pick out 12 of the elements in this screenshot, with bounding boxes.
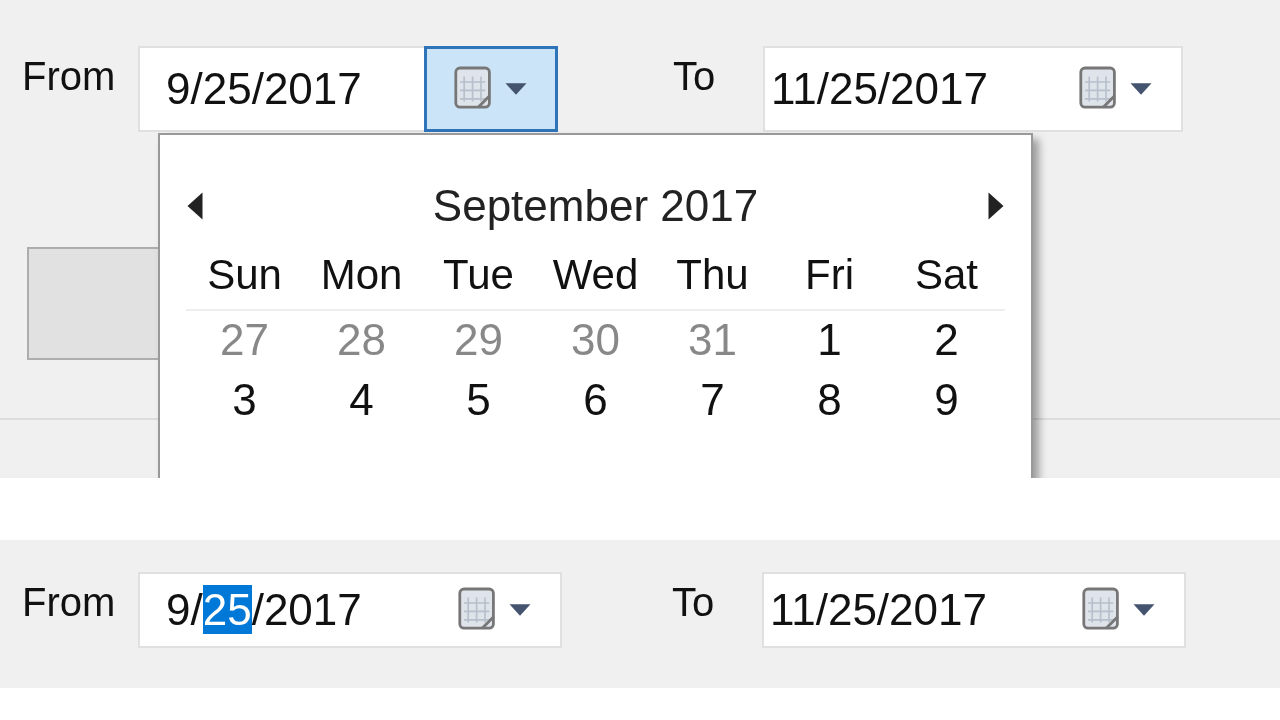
field-label: From <box>21 54 117 99</box>
weekday-label: Tue <box>442 251 515 299</box>
weekday-label: Thu <box>675 251 750 299</box>
weekday-label: Sun <box>206 251 283 299</box>
field-label: From <box>21 580 117 625</box>
field-label: To <box>672 580 716 625</box>
weekday-label: Sat <box>913 251 979 299</box>
weekday-label: Mon <box>319 251 404 299</box>
month-title: September 2017 <box>432 181 759 231</box>
weekday-label: Wed <box>551 251 640 299</box>
weekday-label: Fri <box>804 251 855 299</box>
field-label: To <box>673 54 717 99</box>
